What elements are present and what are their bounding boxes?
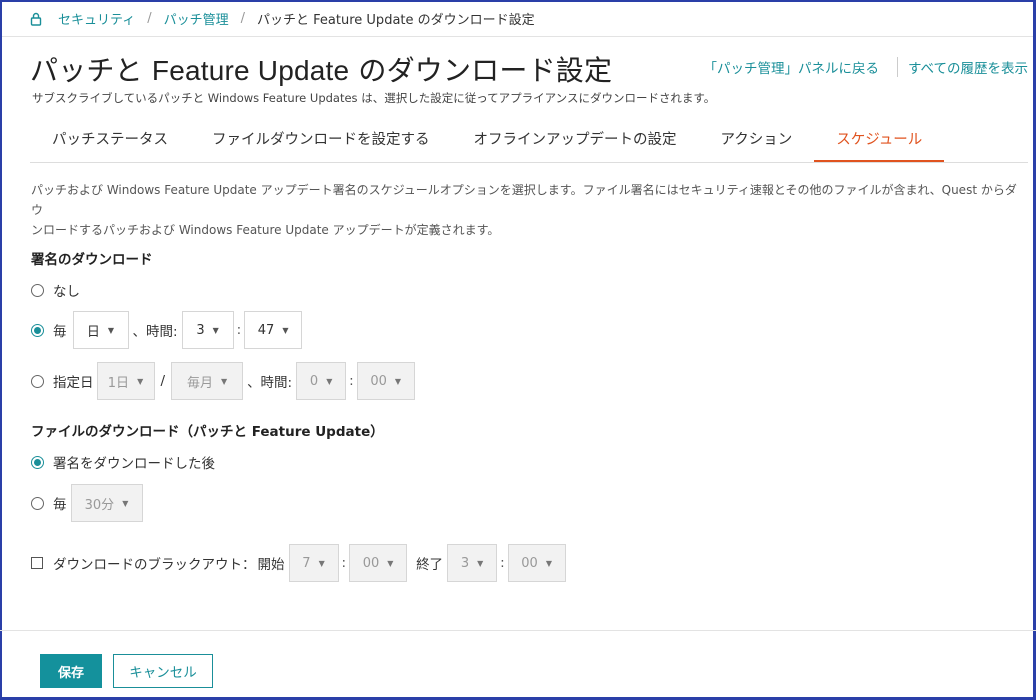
- time-colon: :: [500, 555, 505, 571]
- signature-specified-label: 指定日: [53, 375, 94, 391]
- caret-down-icon: ▼: [137, 376, 144, 386]
- caret-down-icon: ▼: [282, 325, 289, 335]
- file-interval-select[interactable]: 30分 ▼: [70, 484, 143, 522]
- signature-spec-minute-select[interactable]: 00 ▼: [356, 362, 415, 400]
- time-colon: :: [349, 373, 354, 389]
- signature-specified-radio[interactable]: [31, 374, 44, 388]
- signature-none-radio[interactable]: [31, 283, 44, 297]
- schedule-description: パッチおよび Windows Feature Update アップデート署名のス…: [31, 180, 1026, 240]
- select-value: 3: [196, 322, 205, 338]
- caret-down-icon: ▼: [326, 376, 333, 386]
- page-title: パッチと Feature Update のダウンロード設定: [30, 49, 612, 89]
- signature-every-option: 毎 日 ▼ 、時間: 3 ▼ : 47 ▼: [31, 311, 303, 349]
- caret-down-icon: ▼: [394, 376, 402, 386]
- file-after-signature-radio[interactable]: [31, 455, 44, 469]
- page-subtitle: サブスクライブしているパッチと Windows Feature Updates …: [32, 91, 716, 105]
- tab-patch-status[interactable]: パッチステータス: [30, 118, 190, 162]
- select-value: 30分: [84, 497, 115, 513]
- view-all-history-link[interactable]: すべての履歴を表示: [908, 57, 1028, 77]
- select-value: 00: [362, 555, 380, 571]
- save-button[interactable]: 保存: [40, 654, 102, 688]
- caret-down-icon: ▼: [212, 325, 219, 335]
- caret-down-icon: ▼: [545, 558, 552, 568]
- signature-time-label: 、時間:: [132, 324, 178, 340]
- caret-down-icon: ▼: [477, 558, 484, 568]
- select-value: 00: [521, 555, 538, 571]
- signature-none-option[interactable]: なし: [31, 280, 80, 300]
- blackout-end-hour-select[interactable]: 3 ▼: [447, 544, 498, 582]
- signature-month-select[interactable]: 毎月 ▼: [171, 362, 244, 400]
- link-divider: [896, 57, 898, 77]
- blackout-label: ダウンロードのブラックアウト：: [53, 557, 256, 573]
- signature-specified-option: 指定日 1日 ▼ / 毎月 ▼ 、時間: 0 ▼ : 00 ▼: [31, 362, 415, 400]
- select-value: 日: [86, 324, 100, 340]
- page-title-part: Feature Update: [151, 55, 350, 86]
- form-footer: 保存 キャンセル: [0, 630, 1036, 698]
- page-title-part: のダウンロード設定: [349, 54, 613, 87]
- signature-every-radio[interactable]: [31, 323, 44, 337]
- caret-down-icon: ▼: [220, 376, 228, 386]
- blackout-start-minute-select[interactable]: 00 ▼: [349, 544, 408, 582]
- signature-minute-select[interactable]: 47 ▼: [244, 311, 303, 349]
- signature-spec-time-label: 、時間:: [247, 375, 293, 391]
- back-to-patch-panel-link[interactable]: 「パッチ管理」パネルに戻る: [703, 57, 879, 77]
- description-line: パッチおよび Windows Feature Update アップデート署名のス…: [31, 183, 1017, 217]
- tab-bar: パッチステータス ファイルダウンロードを設定する オフラインアップデートの設定 …: [30, 118, 1028, 163]
- time-colon: :: [236, 322, 242, 338]
- blackout-end-minute-select[interactable]: 00 ▼: [507, 544, 566, 582]
- signature-hour-select[interactable]: 3 ▼: [181, 311, 234, 349]
- blackout-checkbox[interactable]: [31, 557, 43, 569]
- header-links: 「パッチ管理」パネルに戻る すべての履歴を表示: [703, 57, 1028, 77]
- cancel-button[interactable]: キャンセル: [113, 654, 213, 688]
- description-line: ンロードするパッチおよび Windows Feature Update アップデ…: [31, 223, 500, 237]
- file-every-radio[interactable]: [31, 496, 44, 510]
- blackout-row: ダウンロードのブラックアウト： 開始 7 ▼ : 00 ▼ 終了 3 ▼ : 00 ▼: [31, 544, 566, 582]
- blackout-end-label: 終了: [416, 557, 444, 573]
- time-colon: :: [341, 555, 347, 571]
- signature-spec-hour-select[interactable]: 0 ▼: [296, 362, 347, 400]
- file-download-title: ファイルのダウンロード（パッチと Feature Update）: [31, 424, 384, 440]
- select-value: 1日: [107, 375, 130, 391]
- select-value: 3: [460, 555, 470, 571]
- signature-download-title: 署名のダウンロード: [31, 252, 153, 268]
- tab-file-download-settings[interactable]: ファイルダウンロードを設定する: [190, 118, 452, 162]
- signature-day-select[interactable]: 1日 ▼: [96, 362, 155, 400]
- signature-every-label: 毎: [53, 324, 67, 340]
- date-slash: /: [160, 373, 166, 389]
- caret-down-icon: ▼: [387, 558, 394, 568]
- caret-down-icon: ▼: [318, 558, 325, 568]
- blackout-start-label: 開始: [257, 557, 285, 573]
- page-header: パッチと Feature Update のダウンロード設定 サブスクライブしてい…: [0, 37, 1036, 110]
- caret-down-icon: ▼: [122, 498, 129, 508]
- select-value: 47: [257, 322, 275, 338]
- file-every-option: 毎 30分 ▼: [31, 484, 143, 522]
- select-value: 0: [309, 373, 319, 389]
- tab-actions[interactable]: アクション: [699, 118, 815, 162]
- tab-offline-update-settings[interactable]: オフラインアップデートの設定: [452, 118, 699, 162]
- select-value: 7: [302, 555, 311, 571]
- file-after-signature-option[interactable]: 署名をダウンロードした後: [31, 452, 215, 472]
- page-title-part: パッチと: [30, 54, 152, 87]
- tab-schedule[interactable]: スケジュール: [814, 118, 945, 162]
- file-every-label: 毎: [53, 497, 67, 513]
- signature-none-label: なし: [53, 284, 80, 300]
- lock-icon: [30, 12, 42, 26]
- select-value: 00: [370, 373, 387, 389]
- select-value: 毎月: [186, 375, 213, 391]
- schedule-content: パッチおよび Windows Feature Update アップデート署名のス…: [31, 180, 1026, 582]
- file-after-signature-label: 署名をダウンロードした後: [53, 456, 215, 472]
- caret-down-icon: ▼: [107, 325, 115, 335]
- signature-every-unit-select[interactable]: 日 ▼: [72, 311, 129, 349]
- blackout-start-hour-select[interactable]: 7 ▼: [288, 544, 339, 582]
